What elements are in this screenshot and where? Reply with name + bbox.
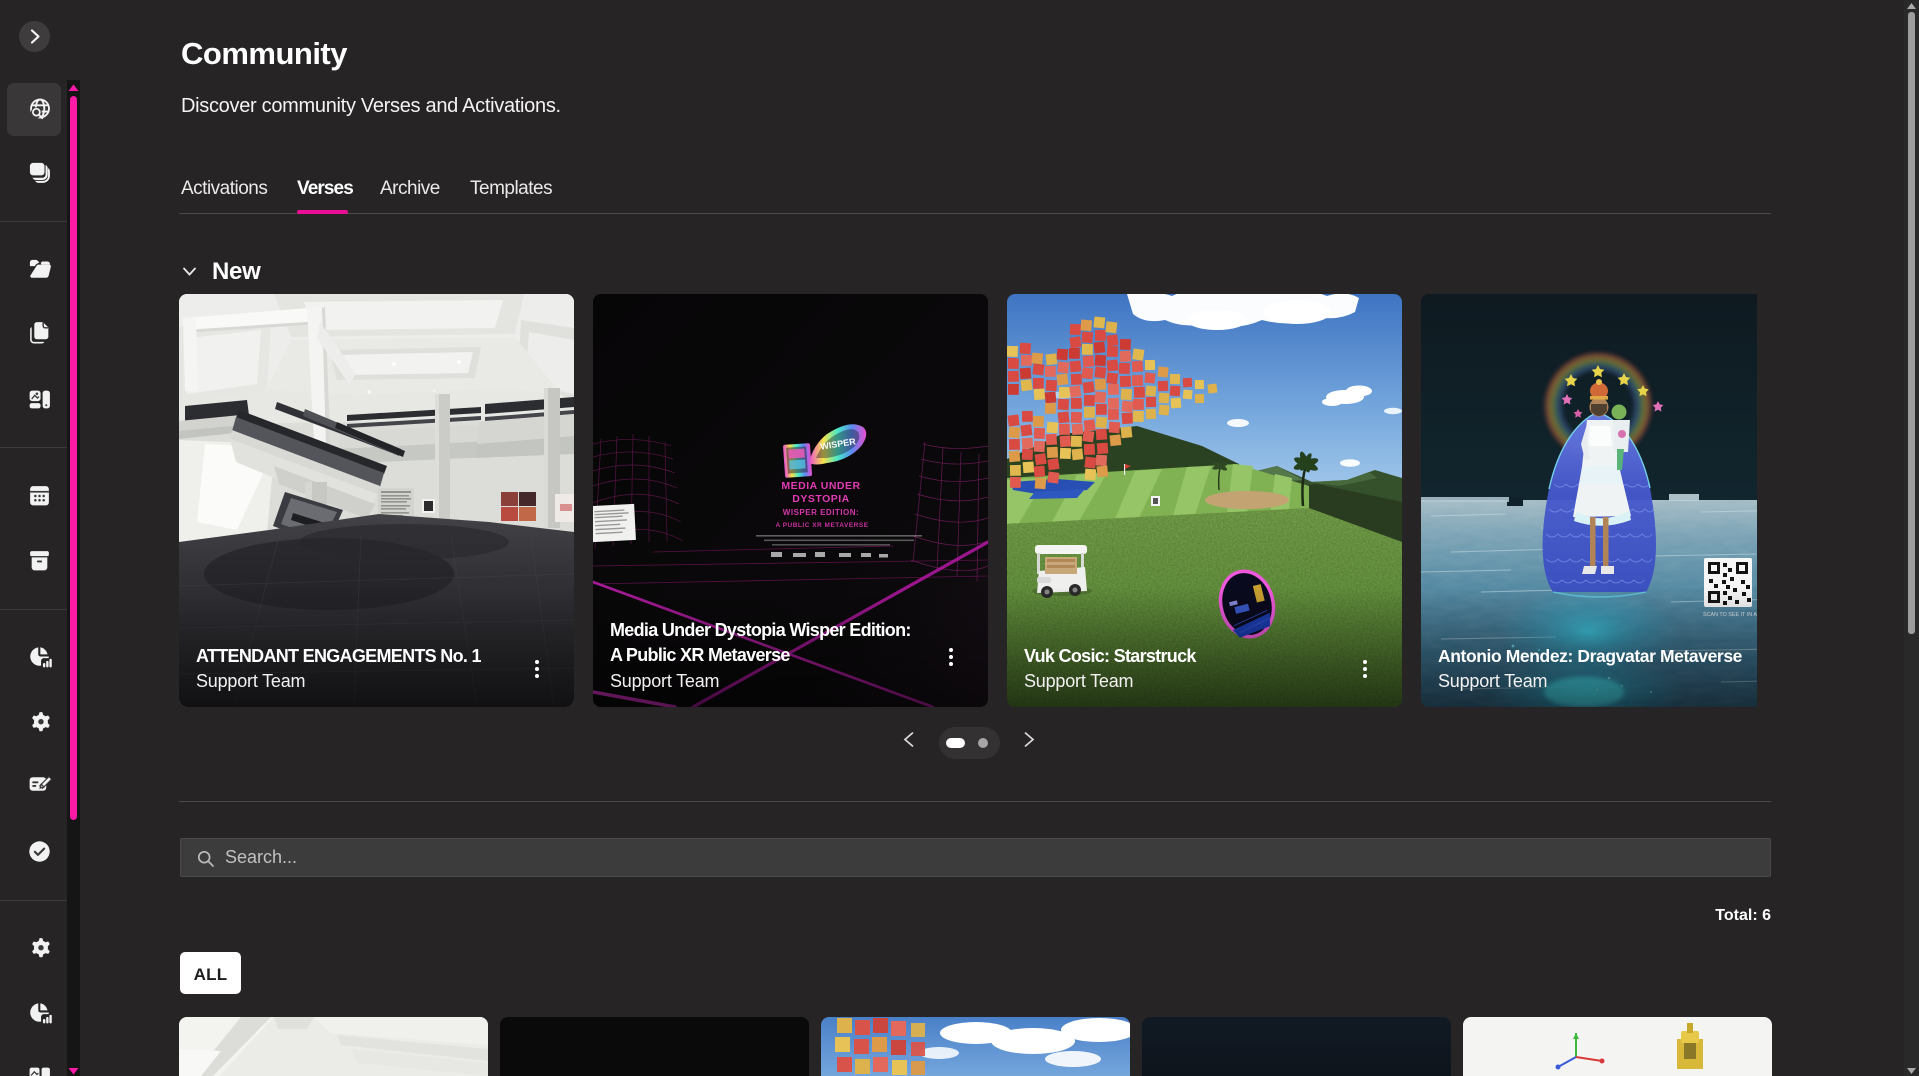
svg-text:A PUBLIC XR METAVERSE: A PUBLIC XR METAVERSE <box>775 522 868 529</box>
svg-text:WISPER EDITION:: WISPER EDITION: <box>783 508 859 517</box>
svg-text:DYSTOPIA: DYSTOPIA <box>792 493 849 505</box>
svg-text:MEDIA UNDER: MEDIA UNDER <box>781 480 860 492</box>
